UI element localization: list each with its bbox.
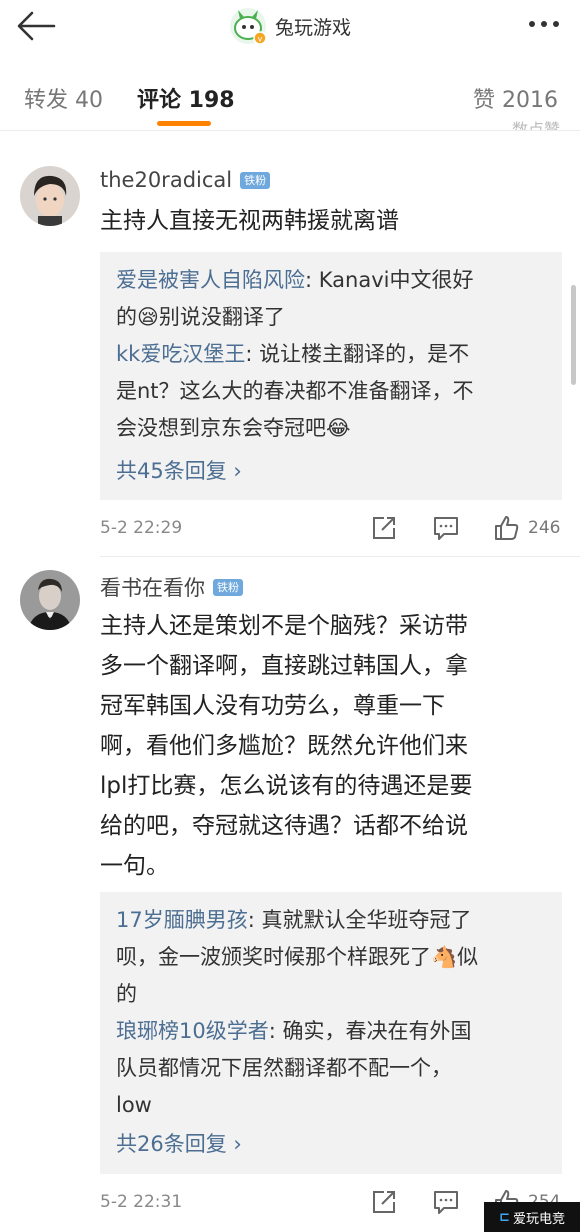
avatar[interactable] [20,166,80,226]
fan-badge: 铁粉 [240,171,271,189]
repost-icon[interactable] [370,1188,398,1216]
sleepy-emoji-icon: 😪 [137,305,159,329]
more-options-icon[interactable] [524,12,564,36]
repost-icon[interactable] [370,514,398,542]
comment-text-line: 主持人还是策划不是个脑残？采访带 [100,613,468,639]
comment-text-line: 给的吧，夺冠就这待遇？话都不给说 [100,813,468,839]
reply-username[interactable]: 琅琊榜10级学者 [116,1019,269,1043]
reply-text: 的 [116,305,137,329]
page-title: 兔玩游戏 [274,16,351,39]
reply-text: 似 [457,945,479,969]
reply-text: 会没想到京东会夺冠吧 [116,416,326,440]
comment-text-line: lpl打比赛，怎么说该有的待遇还是要 [100,773,473,799]
comment-text: 主持人还是策划不是个脑残？采访带 多一个翻译啊，直接跳过韩国人，拿 冠军韩国人没… [100,606,565,886]
tab-comments[interactable]: 评论 198 [137,82,235,114]
reply-box[interactable]: 爱是被害人自陷风险: Kanavi中文很好 的😪别说没翻译了 kk爱吃汉堡王: … [100,252,562,500]
tab-reposts[interactable]: 转发 40 [24,82,103,114]
watermark: ⊏ 爱玩电竞 [484,1202,580,1232]
reply-item: 17岁腼腆男孩: 真就默认全华班夺冠了 呗，金一波颁奖时候那个样跟死了🐴似 的 [116,908,479,1006]
reply-text: Kanavi中文很好 [318,268,474,292]
top-bar: v 兔玩游戏 [0,0,580,56]
reply-text: 呗，金一波颁奖时候那个样跟死了 [116,945,431,969]
reply-text: 真就默认全华班夺冠了 [261,908,472,932]
reply-username[interactable]: 爱是被害人自陷风险 [116,268,305,292]
svg-text:v: v [258,35,263,44]
comment-text: 主持人直接无视两韩援就离谱 [100,208,399,234]
avatar[interactable] [20,570,80,630]
reply-text: 队员都情况下居然翻译都不配一个， [116,1056,452,1080]
reply-item: 琅琊榜10级学者: 确实，春决在有外国 队员都情况下居然翻译都不配一个， low [116,1019,472,1117]
tab-likes[interactable]: 赞 2016 [473,82,558,114]
comment-time: 5-2 22:31 [100,1192,183,1212]
reply-box[interactable]: 17岁腼腆男孩: 真就默认全华班夺冠了 呗，金一波颁奖时候那个样跟死了🐴似 的 … [100,892,562,1174]
like-count: 246 [528,518,561,538]
active-tab-indicator [157,121,211,126]
username[interactable]: 看书在看你 [100,572,205,602]
scrollbar[interactable] [571,285,576,385]
comment-time: 5-2 22:29 [100,518,183,538]
comment-icon[interactable] [432,514,460,542]
like-icon[interactable] [492,514,520,542]
reply-text: 确实，春决在有外国 [282,1019,472,1043]
reply-text: 的 [116,982,137,1006]
horse-emoji-icon: 🐴 [431,945,458,969]
app-logo-icon: v [229,7,267,45]
comment-text-line: 一句。 [100,853,169,879]
reply-text: 说让楼主翻译的，是不 [259,342,470,366]
watermark-logo-icon: ⊏ [499,1209,510,1225]
watermark-text: 爱玩电竞 [512,1211,565,1227]
reply-text: 别说没翻译了 [158,305,285,329]
view-more-replies[interactable]: 共45条回复 › [116,453,546,490]
reply-text: 是nt？这么大的春决都不准备翻译，不 [116,379,474,403]
divider [100,556,580,557]
fan-badge: 铁粉 [213,578,243,596]
reply-text: low [116,1093,152,1117]
laughing-emoji-icon: 😂 [326,416,351,440]
partial-hot-text: …数点赞 [495,120,560,130]
reply-item: kk爱吃汉堡王: 说让楼主翻译的，是不 是nt？这么大的春决都不准备翻译，不 会… [116,336,546,447]
view-more-replies[interactable]: 共26条回复 › [116,1126,546,1163]
reply-username[interactable]: kk爱吃汉堡王 [116,342,245,366]
username[interactable]: the20radical [100,168,232,192]
reply-username[interactable]: 17岁腼腆男孩 [116,908,248,932]
comment-icon[interactable] [432,1188,460,1216]
comment-text-line: 啊，看他们多尴尬？既然允许他们来 [100,733,468,759]
tab-bar: 转发 40 评论 198 赞 2016 [0,60,580,131]
comment-text-line: 冠军韩国人没有功劳么，尊重一下 [100,693,445,719]
reply-item: 爱是被害人自陷风险: Kanavi中文很好 的😪别说没翻译了 [116,262,546,336]
comment-text-line: 多一个翻译啊，直接跳过韩国人，拿 [100,653,468,679]
